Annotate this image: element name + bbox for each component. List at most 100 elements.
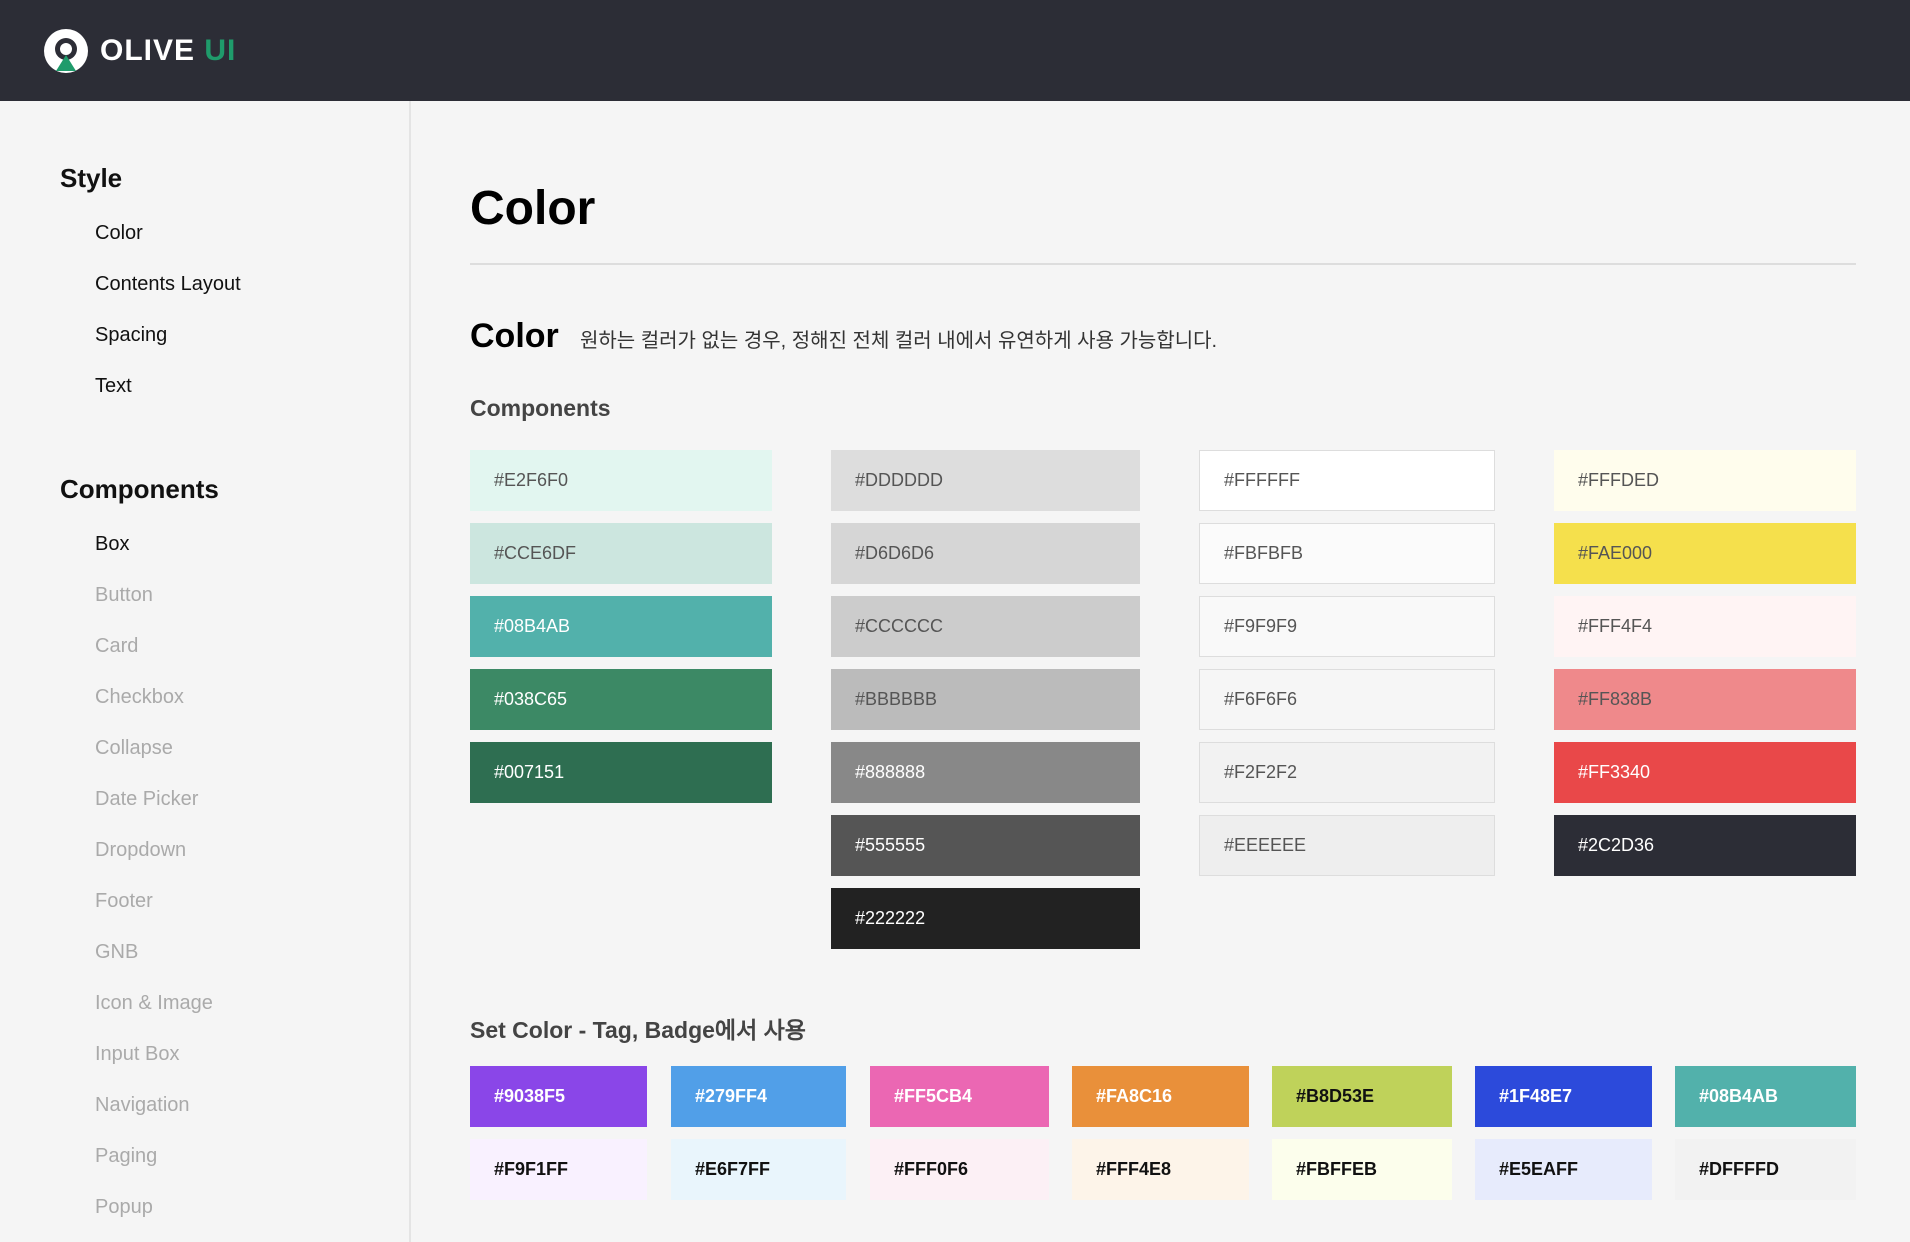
sidebar-item-button[interactable]: Button [95,584,153,607]
color-swatch: #CCCCCC [831,596,1140,657]
sidebar-item-gnb[interactable]: GNB [95,941,138,964]
set-color-swatch-light: #F9F1FF [470,1139,647,1200]
color-swatch: #F6F6F6 [1199,669,1495,730]
color-swatch-label: #FF3340 [1578,762,1651,782]
sidebar-item-paging[interactable]: Paging [95,1145,157,1168]
color-swatch: #888888 [831,742,1140,803]
sidebar-item-navigation[interactable]: Navigation [95,1094,190,1117]
color-swatch-label: #08B4AB [494,616,571,636]
set-color-swatch-label: #FF5CB4 [894,1086,973,1106]
set-color-swatch-label: #E6F7FF [695,1159,771,1179]
set-color-swatch-label: #FBFFEB [1296,1159,1377,1179]
color-swatch: #FAE000 [1554,523,1856,584]
set-color-swatch-light: #E6F7FF [671,1139,846,1200]
sidebar-item-contents-layout[interactable]: Contents Layout [95,273,241,296]
set-color-swatch-strong: #B8D53E [1272,1066,1452,1127]
set-color-swatch-strong: #9038F5 [470,1066,647,1127]
olive-logo-icon [44,28,88,73]
color-swatch: #222222 [831,888,1140,949]
sidebar-item-card[interactable]: Card [95,635,138,658]
logo[interactable]: OLIVE UI [42,27,236,75]
color-swatch-label: #888888 [855,762,926,782]
color-swatch: #08B4AB [470,596,772,657]
set-color-swatch-label: #279FF4 [695,1086,768,1106]
color-swatch-label: #FF838B [1578,689,1653,709]
set-color-swatch-label: #FA8C16 [1096,1086,1173,1106]
sidebar-item-color[interactable]: Color [95,222,143,245]
set-color-swatch-label: #B8D53E [1296,1086,1375,1106]
set-color-swatch-strong: #1F48E7 [1475,1066,1652,1127]
color-swatch-label: #038C65 [494,689,568,709]
color-swatch: #FFFDED [1554,450,1856,511]
set-color-swatch-label: #FFF0F6 [894,1159,969,1179]
color-swatch-label: #F9F9F9 [1224,616,1298,636]
color-swatch-label: #555555 [855,835,926,855]
components-subtitle: Components [470,395,611,421]
color-swatch-label: #FFFDED [1578,470,1659,490]
logo-text: OLIVE UI [100,33,237,67]
color-swatch: #CCE6DF [470,523,772,584]
set-color-subtitle: Set Color - Tag, Badge에서 사용 [470,1017,806,1043]
sidebar-item-spacing[interactable]: Spacing [95,324,167,347]
color-swatch-label: #D6D6D6 [855,543,935,563]
color-swatch: #FF3340 [1554,742,1856,803]
color-swatch-label: #E2F6F0 [494,470,569,490]
color-swatch-label: #F6F6F6 [1224,689,1298,709]
sidebar-item-checkbox[interactable]: Checkbox [95,686,184,709]
set-color-swatch-light: #FFF4E8 [1072,1139,1249,1200]
color-swatch-label: #007151 [494,762,565,782]
sidebar-item-date-picker[interactable]: Date Picker [95,788,198,811]
sidebar: Style Color Contents Layout Spacing Text… [0,101,411,1242]
section-description: 원하는 컬러가 없는 경우, 정해진 전체 컬러 내에서 유연하게 사용 가능합… [580,330,1218,352]
sidebar-item-input-box[interactable]: Input Box [95,1043,180,1066]
color-swatch: #F2F2F2 [1199,742,1495,803]
sidebar-item-box[interactable]: Box [95,533,129,556]
color-swatch: #2C2D36 [1554,815,1856,876]
color-swatch: #BBBBBB [831,669,1140,730]
sidebar-item-text[interactable]: Text [95,375,132,398]
color-swatch: #555555 [831,815,1140,876]
sidebar-item-footer[interactable]: Footer [95,890,153,913]
color-swatch: #DDDDDD [831,450,1140,511]
set-color-swatch-label: #9038F5 [494,1086,566,1106]
color-swatch: #007151 [470,742,772,803]
color-swatch-label: #FFF4F4 [1578,616,1653,636]
color-swatch: #F9F9F9 [1199,596,1495,657]
color-swatch-label: #BBBBBB [855,689,938,709]
color-swatch-label: #DDDDDD [855,470,944,490]
set-color-swatch-strong: #279FF4 [671,1066,846,1127]
sidebar-item-collapse[interactable]: Collapse [95,737,173,760]
sidebar-item-icon-image[interactable]: Icon & Image [95,992,213,1015]
color-swatch: #FBFBFB [1199,523,1495,584]
color-swatch-label: #FFFFFF [1224,470,1300,490]
set-color-swatch-label: #E5EAFF [1499,1159,1579,1179]
color-swatch: #EEEEEE [1199,815,1495,876]
page-title: Color [470,182,596,235]
color-swatch-label: #CCCCCC [855,616,944,636]
set-color-swatch-label: #DFFFFD [1699,1159,1779,1179]
color-swatch: #D6D6D6 [831,523,1140,584]
set-color-swatch-light: #E5EAFF [1475,1139,1652,1200]
color-swatch: #038C65 [470,669,772,730]
set-color-swatch-label: #1F48E7 [1499,1086,1573,1106]
color-swatch: #FFF4F4 [1554,596,1856,657]
main-content: Color Color 원하는 컬러가 없는 경우, 정해진 전체 컬러 내에서… [470,101,1856,1242]
color-swatch: #FF838B [1554,669,1856,730]
set-color-swatch-label: #08B4AB [1699,1086,1779,1106]
nav-group-style-title: Style [60,163,123,193]
set-color-swatch-label: #F9F1FF [494,1159,569,1179]
nav-group-components-title: Components [60,474,219,504]
sidebar-item-dropdown[interactable]: Dropdown [95,839,186,862]
color-swatch: #E2F6F0 [470,450,772,511]
set-color-swatch-light: #DFFFFD [1675,1139,1856,1200]
color-swatch-label: #F2F2F2 [1224,762,1298,782]
sidebar-item-popup[interactable]: Popup [95,1196,153,1219]
section-title: Color [470,317,559,355]
set-color-swatch-strong: #FF5CB4 [870,1066,1049,1127]
top-bar: OLIVE UI [0,0,1910,101]
set-color-swatch-label: #FFF4E8 [1096,1159,1172,1179]
color-swatch-label: #EEEEEE [1224,835,1307,855]
color-swatch-label: #FAE000 [1578,543,1653,563]
color-swatch-label: #CCE6DF [494,543,577,563]
set-color-swatch-light: #FFF0F6 [870,1139,1049,1200]
